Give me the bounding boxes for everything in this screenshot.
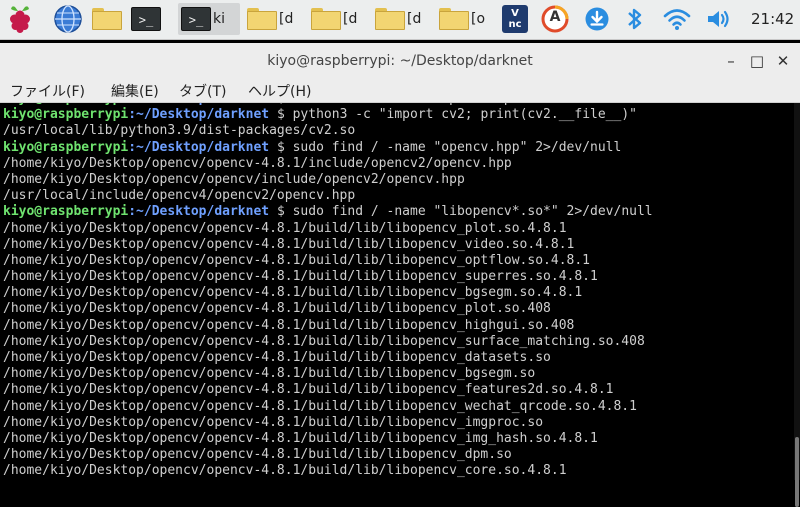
- terminal-line: /usr/local/include/opencv4/opencv2/openc…: [3, 188, 356, 204]
- file-manager-icon[interactable]: [91, 3, 123, 35]
- window-title: kiyo@raspberrypi: ~/Desktop/darknet: [267, 53, 533, 69]
- task-label: [o: [471, 11, 486, 27]
- terminal-line: /home/kiyo/Desktop/opencv/opencv-4.8.1/b…: [3, 398, 637, 414]
- wifi-icon[interactable]: [660, 3, 694, 35]
- scrollbar-thumb[interactable]: [795, 437, 799, 507]
- task-label: ki: [213, 11, 225, 27]
- prompt-path: :~/Desktop/darknet: [128, 103, 269, 106]
- taskbar-button-folder[interactable]: [d: [372, 3, 434, 35]
- prompt-user: kiyo@raspberrypi: [3, 139, 129, 155]
- terminal-line: /home/kiyo/Desktop/opencv/opencv-4.8.1/b…: [3, 414, 544, 430]
- browser-globe-icon[interactable]: [52, 3, 84, 35]
- menu-help[interactable]: ヘルプ(H): [248, 81, 311, 101]
- minimize-button[interactable]: –: [718, 43, 744, 79]
- terminal-output[interactable]: kiyo@raspberrypi:~/Desktop/darknet $ sud…: [0, 103, 800, 480]
- menu-bar: ファイル(F) 編集(E) タブ(T) ヘルプ(H): [0, 79, 800, 103]
- terminal-line: /home/kiyo/Desktop/opencv/opencv-4.8.1/b…: [3, 285, 583, 301]
- terminal-line: kiyo@raspberrypi:~/Desktop/darknet $ pyt…: [3, 107, 653, 123]
- prompt-path: :~/Desktop/darknet: [128, 204, 270, 220]
- task-label: [d: [279, 11, 294, 27]
- download-icon[interactable]: [582, 3, 612, 35]
- command-text: $ python3 -c "import cv2; print(cv2.__fi…: [269, 107, 637, 123]
- folder-icon: [311, 8, 341, 30]
- prompt-user: kiyo@raspberrypi: [3, 103, 128, 106]
- terminal-line: /home/kiyo/Desktop/opencv/opencv-4.8.1/b…: [3, 252, 590, 268]
- taskbar-button-folder[interactable]: [o: [436, 3, 494, 35]
- clock[interactable]: 21:42: [751, 10, 794, 28]
- window-titlebar[interactable]: kiyo@raspberrypi: ~/Desktop/darknet – □ …: [0, 43, 800, 79]
- folder-icon: [439, 8, 469, 30]
- command-text: $ sudo find / -name "libopencv*.so*" 2>/…: [269, 204, 653, 220]
- prompt-path: :~/Desktop/darknet: [128, 139, 270, 155]
- menu-file[interactable]: ファイル(F): [10, 81, 85, 101]
- terminal-line: /home/kiyo/Desktop/opencv/opencv-4.8.1/b…: [3, 430, 598, 446]
- folder-icon: [375, 8, 405, 30]
- folder-icon: [247, 8, 277, 30]
- terminal-line: /home/kiyo/Desktop/opencv/opencv/include…: [3, 171, 465, 187]
- terminal-icon: >_: [181, 7, 211, 31]
- prompt-user: kiyo@raspberrypi: [3, 204, 129, 220]
- taskbar-button-folder[interactable]: [d: [244, 3, 306, 35]
- terminal-icon[interactable]: >_: [130, 3, 162, 35]
- terminal-lines: kiyo@raspberrypi:~/Desktop/darknet $ sud…: [3, 103, 653, 480]
- folder-icon: [92, 8, 122, 30]
- terminal-line: /usr/local/lib/python3.9/dist-packages/c…: [3, 123, 356, 139]
- updater-icon[interactable]: A: [540, 3, 570, 35]
- close-button[interactable]: ✕: [770, 43, 796, 79]
- terminal-line: /home/kiyo/Desktop/opencv/opencv-4.8.1/b…: [3, 333, 645, 349]
- terminal-line: /home/kiyo/Desktop/opencv/opencv-4.8.1/b…: [3, 301, 551, 317]
- updater-label: A: [549, 9, 561, 25]
- terminal-line: /home/kiyo/Desktop/opencv/opencv-4.8.1/b…: [3, 447, 512, 463]
- command-text: $ sudo find / -name "opencv.hpp" 2>/dev/…: [269, 139, 622, 155]
- command-text: $ sudo find / -name "opencv*.pc" 2>/dev/…: [269, 103, 621, 106]
- terminal-line: kiyo@raspberrypi:~/Desktop/darknet $ sud…: [3, 140, 653, 156]
- terminal-line: /home/kiyo/Desktop/opencv/opencv-4.8.1/b…: [3, 236, 575, 252]
- taskbar-button-terminal[interactable]: >_ ki: [178, 3, 240, 35]
- task-label: [d: [407, 11, 422, 27]
- terminal-line: /home/kiyo/Desktop/opencv/opencv-4.8.1/i…: [3, 155, 512, 171]
- terminal-line: kiyo@raspberrypi:~/Desktop/darknet $ sud…: [3, 204, 653, 220]
- prompt-path: :~/Desktop/darknet: [128, 107, 270, 123]
- bluetooth-icon[interactable]: [620, 3, 650, 35]
- raspberry-menu-icon[interactable]: [4, 3, 36, 35]
- menu-tabs[interactable]: タブ(T): [179, 81, 226, 101]
- terminal-scrollbar[interactable]: [794, 103, 800, 507]
- volume-icon[interactable]: [702, 3, 736, 35]
- terminal-line: /home/kiyo/Desktop/opencv/opencv-4.8.1/b…: [3, 220, 567, 236]
- prompt-user: kiyo@raspberrypi: [3, 107, 129, 123]
- terminal-line: /home/kiyo/Desktop/opencv/opencv-4.8.1/b…: [3, 366, 536, 382]
- terminal-line: /home/kiyo/Desktop/opencv/opencv-4.8.1/b…: [3, 463, 567, 479]
- terminal-line: /home/kiyo/Desktop/opencv/opencv-4.8.1/b…: [3, 350, 551, 365]
- terminal-line: /home/kiyo/Desktop/opencv/opencv-4.8.1/b…: [3, 269, 598, 285]
- maximize-button[interactable]: □: [744, 43, 770, 79]
- menu-edit[interactable]: 編集(E): [111, 81, 159, 101]
- task-label: [d: [343, 11, 358, 27]
- vnc-icon[interactable]: V nc: [500, 3, 530, 35]
- terminal-line: /home/kiyo/Desktop/opencv/opencv-4.8.1/b…: [3, 382, 614, 398]
- terminal-line: /home/kiyo/Desktop/opencv/opencv-4.8.1/b…: [3, 317, 575, 333]
- taskbar-button-folder[interactable]: [d: [308, 3, 370, 35]
- top-panel: >_ >_ ki [d [d [d [o V nc A 21:42: [0, 0, 800, 40]
